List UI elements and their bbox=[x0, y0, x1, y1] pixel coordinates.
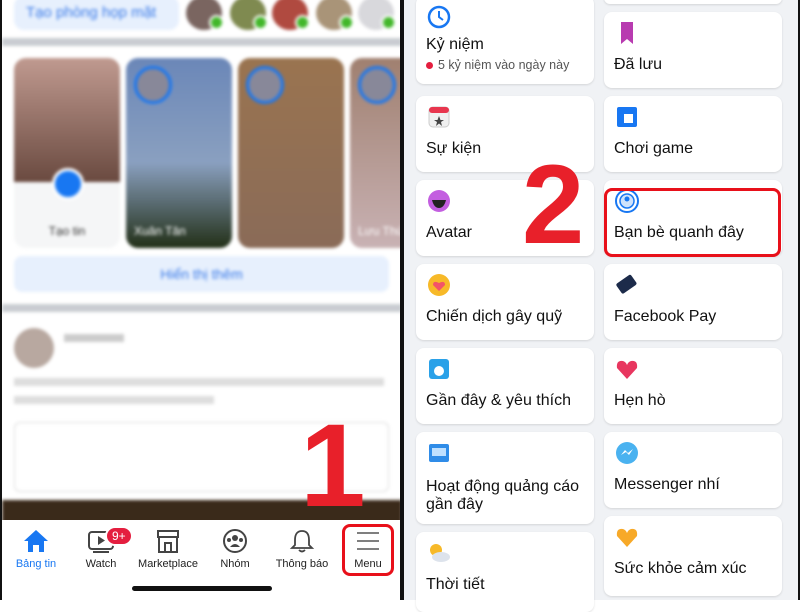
dating-icon bbox=[616, 360, 638, 379]
menu-card-label: Hẹn hò bbox=[614, 392, 666, 409]
create-story-card[interactable]: Tạo tin bbox=[14, 58, 120, 248]
menu-card-fundraiser[interactable]: Chiến dịch gây quỹ bbox=[416, 264, 594, 340]
nav-label: Nhóm bbox=[220, 558, 250, 570]
nav-groups[interactable]: Nhóm bbox=[197, 528, 273, 570]
events-icon bbox=[428, 106, 450, 128]
step-number-1: 1 bbox=[300, 400, 366, 532]
menu-card-memories[interactable]: Kỷ niệm 5 kỷ niệm vào ngày này bbox=[416, 0, 594, 84]
avatar-icon bbox=[428, 190, 450, 212]
menu-card-facebook-pay[interactable]: Facebook Pay bbox=[604, 264, 782, 340]
menu-card-label: Kỷ niệm bbox=[426, 36, 484, 53]
menu-card-label: Chơi game bbox=[614, 140, 693, 157]
memories-icon bbox=[427, 5, 451, 29]
menu-card-label: Messenger nhí bbox=[614, 476, 720, 493]
nav-watch[interactable]: Watch 9+ bbox=[63, 526, 139, 570]
contact-avatar[interactable] bbox=[230, 0, 268, 30]
nav-marketplace[interactable]: Marketplace bbox=[130, 528, 206, 570]
contact-avatar[interactable] bbox=[186, 0, 224, 30]
menu-card-ad-activity[interactable]: Hoạt động quảng cáo gần đây bbox=[416, 432, 594, 524]
menu-card-label: Đã lưu bbox=[614, 56, 663, 73]
bell-icon bbox=[289, 530, 315, 553]
story-card[interactable]: Lưu Thú bbox=[350, 58, 400, 248]
divider bbox=[2, 38, 400, 46]
story-card[interactable] bbox=[238, 58, 344, 248]
show-more-button[interactable]: Hiển thị thêm bbox=[14, 256, 389, 292]
ad-activity-icon bbox=[429, 444, 449, 462]
menu-card-emotional-health[interactable]: Sức khỏe cảm xúc bbox=[604, 516, 782, 596]
menu-card-label: Chiến dịch gây quỹ bbox=[426, 308, 563, 325]
nav-label: Watch bbox=[85, 558, 117, 570]
menu-card-saved[interactable]: Đã lưu bbox=[604, 12, 782, 88]
contact-avatar[interactable] bbox=[272, 0, 310, 30]
menu-card-label: Sức khỏe cảm xúc bbox=[614, 560, 747, 577]
facebook-pay-icon bbox=[616, 274, 637, 294]
menu-card-label: Hoạt động quảng cáo gần đây bbox=[426, 478, 580, 513]
messenger-kids-icon bbox=[616, 442, 638, 464]
story-label: Lưu Thú bbox=[358, 224, 400, 238]
menu-card-gaming[interactable]: Chơi game bbox=[604, 96, 782, 172]
menu-card-dating[interactable]: Hẹn hò bbox=[604, 348, 782, 424]
menu-highlight bbox=[342, 524, 394, 576]
plus-icon bbox=[52, 168, 84, 200]
groups-icon bbox=[223, 529, 247, 553]
menu-card-label: Sự kiện bbox=[426, 140, 482, 157]
menu-card-recent-favorites[interactable]: Gần đây & yêu thích bbox=[416, 348, 594, 424]
notification-badge: 9+ bbox=[105, 526, 133, 546]
fundraiser-icon bbox=[428, 274, 450, 296]
menu-card-messenger-kids[interactable]: Messenger nhí bbox=[604, 432, 782, 508]
menu-card-label: Facebook Pay bbox=[614, 308, 717, 325]
nearby-friends-highlight bbox=[604, 188, 781, 257]
store-icon bbox=[157, 530, 179, 553]
nav-label: Thông báo bbox=[275, 558, 329, 570]
contact-avatar[interactable] bbox=[316, 0, 354, 30]
bottom-navigation: Bảng tin Watch 9+ Marketplace Nhóm Thông … bbox=[2, 520, 400, 600]
story-label: Xuân Tân bbox=[134, 224, 186, 238]
memories-count: 5 kỷ niệm vào ngày này bbox=[426, 58, 569, 72]
contact-avatar[interactable] bbox=[358, 0, 396, 30]
divider bbox=[2, 304, 400, 312]
gaming-icon bbox=[617, 107, 637, 127]
nav-label: Marketplace bbox=[138, 558, 198, 570]
create-room-button[interactable]: Tạo phòng họp mặt bbox=[14, 0, 179, 30]
home-icon bbox=[24, 530, 48, 552]
nav-notifications[interactable]: Thông báo bbox=[264, 528, 340, 570]
facebook-home-screen: Tạo phòng họp mặt Tạo tin Xuân Tân Lưu T… bbox=[0, 0, 400, 600]
menu-card[interactable] bbox=[604, 0, 782, 4]
step-number-2: 2 bbox=[522, 142, 585, 267]
menu-card-label: Gần đây & yêu thích bbox=[426, 392, 571, 409]
story-card[interactable]: Xuân Tân bbox=[126, 58, 232, 248]
menu-card-label: Thời tiết bbox=[426, 576, 485, 593]
home-indicator bbox=[132, 586, 272, 591]
saved-icon bbox=[621, 22, 633, 44]
weather-icon bbox=[430, 544, 450, 562]
menu-card-label: Avatar bbox=[426, 224, 472, 241]
nav-label: Bảng tin bbox=[15, 558, 57, 570]
menu-card-weather[interactable]: Thời tiết bbox=[416, 532, 594, 612]
recent-favorites-icon bbox=[429, 359, 449, 379]
emotional-health-icon bbox=[616, 528, 638, 547]
story-label: Tạo tin bbox=[48, 224, 86, 238]
